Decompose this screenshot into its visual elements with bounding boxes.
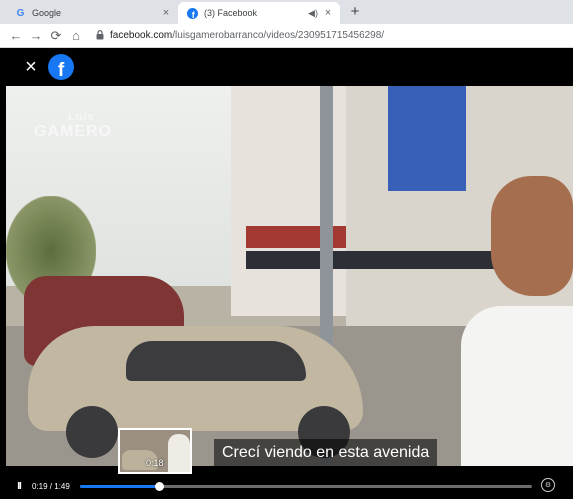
lock-icon[interactable]: [94, 29, 106, 42]
video-frame[interactable]: Luis GAMERO Crecí viendo en esta avenida: [6, 86, 573, 466]
settings-gear-icon[interactable]: ⚙: [541, 478, 555, 492]
facebook-logo[interactable]: f: [48, 54, 74, 80]
url-host: facebook.com: [110, 30, 173, 41]
scrubber-handle[interactable]: [154, 482, 164, 491]
speaker-icon[interactable]: ◀): [306, 8, 320, 19]
scene-wheel: [66, 406, 118, 458]
tab-google[interactable]: G Google ×: [6, 2, 178, 24]
pause-icon[interactable]: II: [14, 481, 24, 492]
back-arrow-icon[interactable]: ←: [6, 28, 26, 43]
new-tab-button[interactable]: +: [346, 3, 364, 20]
navigation-bar: ← → ⟳ ⌂ facebook.com/luisgamerobarranco/…: [0, 24, 573, 48]
scene-sign: [388, 86, 466, 191]
scene-person: [461, 176, 573, 466]
person-head: [491, 176, 573, 296]
home-icon[interactable]: ⌂: [66, 28, 86, 43]
close-icon[interactable]: ×: [22, 56, 40, 79]
address-bar[interactable]: facebook.com/luisgamerobarranco/videos/2…: [110, 30, 384, 41]
caption-text: Crecí viendo en esta avenida: [214, 439, 438, 466]
preview-person: [168, 434, 190, 472]
time-readout: 0:19 / 1:49: [32, 481, 70, 491]
tab-facebook[interactable]: f (3) Facebook ◀) ×: [178, 2, 340, 24]
progress-fill: [80, 485, 159, 488]
tab-strip: G Google × f (3) Facebook ◀) × +: [0, 0, 573, 24]
tab-close-icon[interactable]: ×: [158, 7, 174, 19]
tab-close-icon[interactable]: ×: [320, 7, 336, 19]
tab-title: (3) Facebook: [204, 8, 258, 18]
tab-title: Google: [32, 8, 62, 18]
preview-time: 0:18: [146, 458, 164, 468]
channel-watermark: Luis GAMERO: [34, 111, 134, 140]
scrub-preview: 0:18: [118, 428, 192, 474]
google-g-icon: G: [16, 7, 25, 19]
person-shirt: [461, 306, 573, 466]
watermark-line2: GAMERO: [34, 122, 112, 140]
player-controls: II 0:19 / 1:49 ⚙: [0, 476, 573, 496]
video-viewer: × f Luis GAMERO Crecí viendo en esta ave…: [0, 48, 573, 499]
reload-icon[interactable]: ⟳: [46, 28, 66, 44]
progress-track[interactable]: [80, 482, 532, 491]
forward-arrow-icon[interactable]: →: [26, 28, 46, 43]
viewer-header: × f: [0, 48, 573, 86]
scene-car-window: [126, 341, 306, 381]
facebook-icon: f: [187, 7, 198, 19]
url-path: /luisgamerobarranco/videos/2309517154562…: [172, 30, 385, 41]
